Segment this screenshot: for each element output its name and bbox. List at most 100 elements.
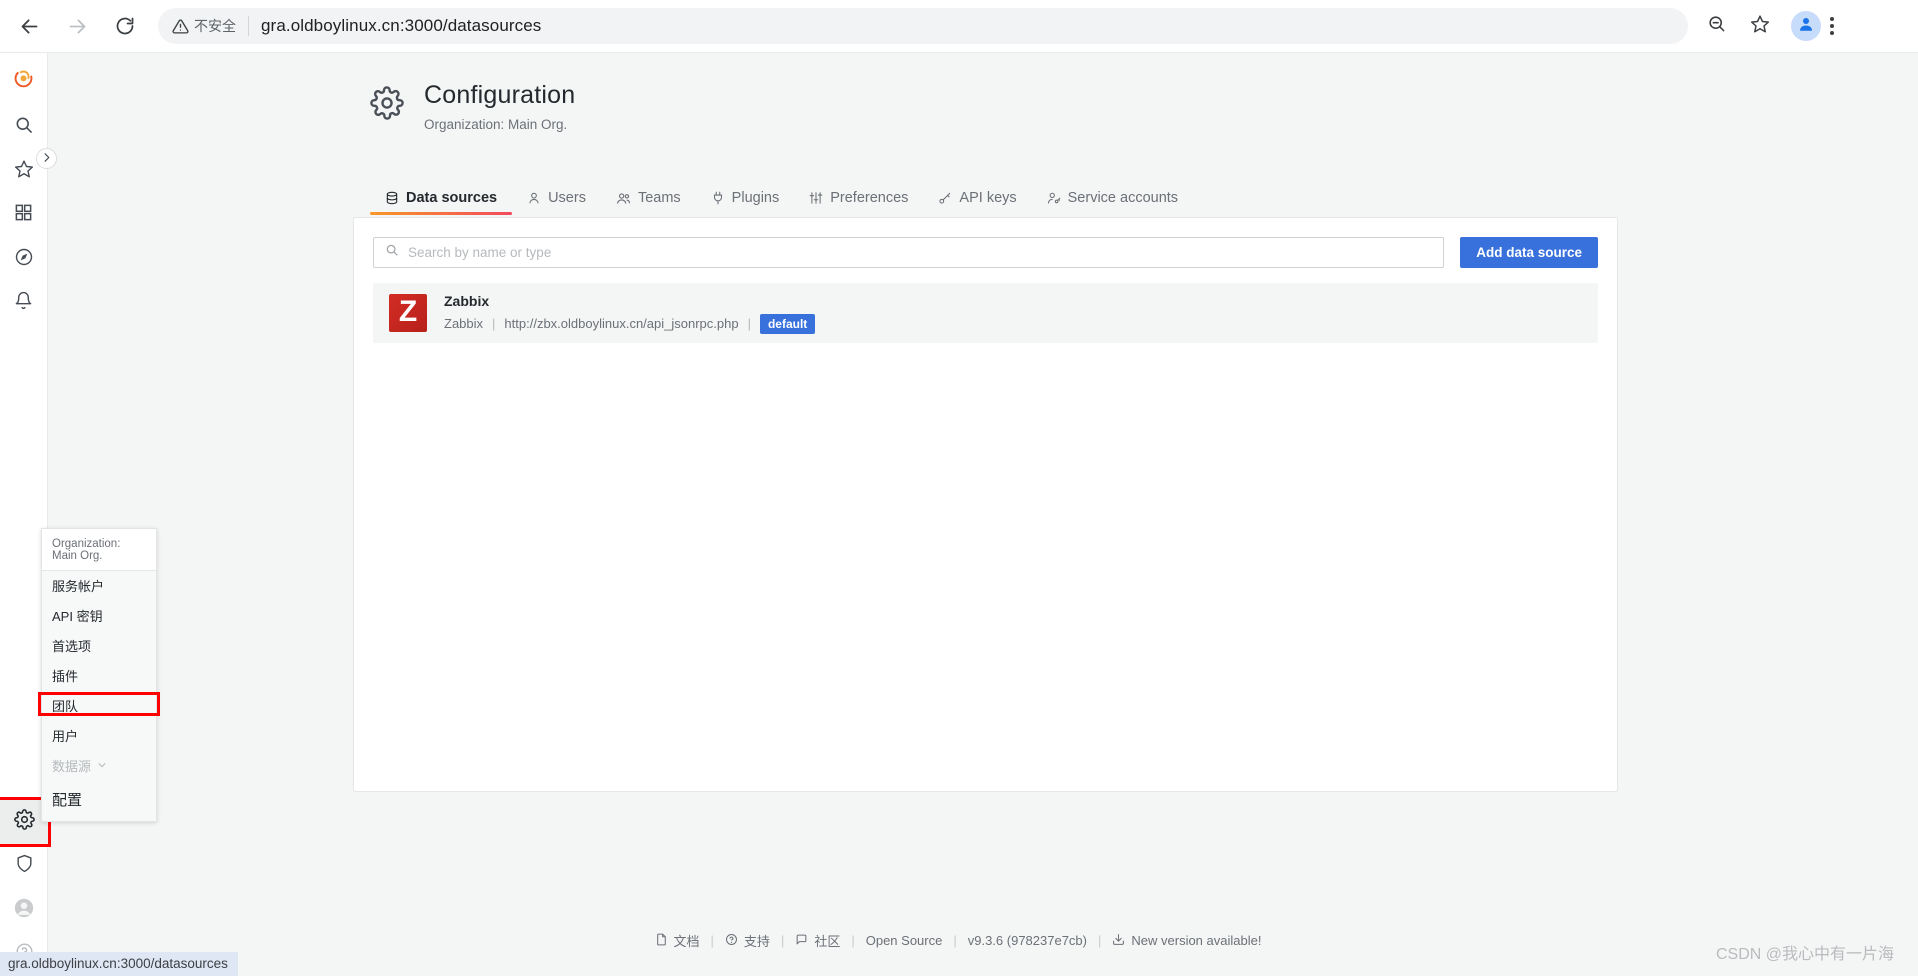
- footer-version[interactable]: v9.3.6 (978237e7cb): [968, 933, 1087, 948]
- security-label: 不安全: [194, 18, 236, 34]
- datasource-info: Zabbix Zabbix | http://zbx.oldboylinux.c…: [444, 292, 816, 334]
- datasource-url: http://zbx.oldboylinux.cn/api_jsonrpc.ph…: [504, 316, 739, 331]
- status-badge: default: [759, 313, 816, 334]
- reload-button[interactable]: [106, 7, 144, 45]
- footer-label: 支持: [743, 934, 770, 949]
- footer-new-version[interactable]: New version available!: [1112, 933, 1261, 949]
- sidebar-item-grafana-logo[interactable]: [0, 61, 48, 105]
- footer-link-open-source[interactable]: Open Source: [866, 933, 943, 948]
- datasources-panel: Add data source Z Zabbix Zabbix | http:/…: [353, 217, 1618, 792]
- warning-triangle-icon: [172, 18, 189, 35]
- back-arrow-icon: [19, 16, 40, 37]
- profile-avatar-icon: [1797, 15, 1815, 38]
- page-header-text: Configuration Organization: Main Org.: [424, 81, 575, 132]
- tab-users[interactable]: Users: [512, 190, 601, 215]
- address-bar[interactable]: 不安全 gra.oldboylinux.cn:3000/datasources: [158, 8, 1688, 44]
- search-input[interactable]: [408, 245, 1433, 260]
- sidebar-item-explore[interactable]: [0, 237, 48, 281]
- footer-label: 文档: [673, 934, 700, 949]
- sidebar-item-user-profile[interactable]: [0, 888, 48, 932]
- plug-icon: [711, 191, 725, 205]
- tab-api-keys[interactable]: API keys: [923, 190, 1031, 215]
- grafana-logo-icon: [12, 69, 35, 97]
- bookmark-button[interactable]: [1743, 9, 1777, 43]
- footer-separator: |: [953, 933, 957, 948]
- zoom-out-button[interactable]: [1699, 9, 1733, 43]
- browser-menu-button[interactable]: [1830, 17, 1834, 35]
- context-menu-item-users[interactable]: 用户: [42, 721, 156, 751]
- page-header: Configuration Organization: Main Org.: [370, 81, 575, 132]
- context-menu-header: Organization: Main Org.: [42, 529, 156, 571]
- sidebar-item-search[interactable]: [0, 105, 48, 149]
- context-menu-item-service-accounts[interactable]: 服务帐户: [42, 571, 156, 601]
- forward-button[interactable]: [58, 7, 96, 45]
- datasource-list-item[interactable]: Z Zabbix Zabbix | http://zbx.oldboylinux…: [373, 283, 1598, 343]
- user-key-icon: [1047, 191, 1061, 205]
- menu-item-label: 数据源: [52, 759, 92, 774]
- menu-item-label: 用户: [52, 729, 79, 744]
- database-icon: [385, 191, 399, 205]
- footer-link-docs[interactable]: 文档: [655, 931, 700, 950]
- grafana-sidebar: [0, 53, 51, 976]
- reload-icon: [115, 16, 135, 36]
- context-menu-item-teams[interactable]: 团队: [42, 691, 156, 721]
- tab-teams[interactable]: Teams: [601, 190, 696, 215]
- footer-link-community[interactable]: 社区: [795, 931, 840, 950]
- context-menu-item-preferences[interactable]: 首选项: [42, 631, 156, 661]
- tab-data-sources[interactable]: Data sources: [370, 190, 513, 215]
- sidebar-bottom-group: [0, 797, 51, 976]
- users-icon: [616, 191, 631, 206]
- search-datasources-box[interactable]: [373, 237, 1445, 268]
- compass-icon: [14, 247, 34, 272]
- tab-service-accounts[interactable]: Service accounts: [1032, 190, 1193, 215]
- datasource-name: Zabbix: [444, 292, 490, 309]
- datasource-type: Zabbix: [444, 316, 484, 331]
- tab-preferences[interactable]: Preferences: [794, 190, 923, 215]
- menu-item-label: API 密钥: [52, 609, 103, 624]
- context-menu-item-api-keys[interactable]: API 密钥: [42, 601, 156, 631]
- menu-item-label: 首选项: [52, 639, 92, 654]
- chevron-right-icon: [41, 150, 52, 168]
- sidebar-item-alerting[interactable]: [0, 281, 48, 325]
- grafana-page: Configuration Organization: Main Org. Da…: [48, 53, 1918, 976]
- shield-icon: [15, 854, 34, 878]
- tab-label: Preferences: [830, 190, 909, 206]
- config-tab-bar: Data sources Users Teams Plugins Prefere…: [370, 181, 1193, 215]
- search-icon: [385, 243, 399, 262]
- user-icon: [527, 191, 541, 205]
- meta-separator: |: [747, 316, 751, 331]
- page-title: Configuration: [424, 81, 576, 109]
- context-menu-item-plugins[interactable]: 插件: [42, 661, 156, 691]
- sidebar-item-server-admin[interactable]: [0, 844, 48, 888]
- sliders-icon: [809, 191, 823, 205]
- sidebar-expand-button[interactable]: [36, 148, 57, 169]
- grafana-footer: 文档 | 支持 | 社区 | Open Source | v9.3.6 (978…: [48, 931, 1868, 950]
- menu-item-label: 配置: [52, 792, 83, 809]
- kebab-menu-icon: [1830, 17, 1834, 21]
- tab-label: Service accounts: [1067, 190, 1179, 206]
- translated-context-menu: Organization: Main Org. 服务帐户 API 密钥 首选项 …: [41, 528, 157, 822]
- tab-label: Data sources: [406, 190, 498, 206]
- download-icon: [1112, 933, 1125, 949]
- watermark: CSDN @我心中有一片海: [1715, 946, 1894, 963]
- footer-separator: |: [780, 933, 785, 948]
- sidebar-item-dashboards[interactable]: [0, 193, 48, 237]
- context-menu-item-configuration[interactable]: 配置: [42, 781, 156, 819]
- footer-label: 社区: [814, 934, 841, 949]
- add-data-source-button[interactable]: Add data source: [1460, 237, 1598, 268]
- footer-link-support[interactable]: 支持: [725, 931, 770, 950]
- user-avatar-icon: [13, 897, 35, 924]
- footer-separator: |: [851, 933, 855, 948]
- profile-button[interactable]: [1791, 11, 1821, 41]
- tab-plugins[interactable]: Plugins: [696, 190, 795, 215]
- security-chip[interactable]: 不安全: [172, 16, 236, 36]
- footer-separator: |: [1098, 933, 1102, 948]
- browser-toolbar: 不安全 gra.oldboylinux.cn:3000/datasources: [0, 0, 1918, 53]
- doc-icon: [655, 933, 668, 949]
- star-icon: [14, 159, 34, 184]
- grafana-app: Configuration Organization: Main Org. Da…: [0, 53, 1918, 976]
- back-button[interactable]: [10, 7, 48, 45]
- bell-icon: [14, 291, 33, 315]
- panel-toolbar: Add data source: [373, 237, 1598, 268]
- context-menu-item-data-sources[interactable]: 数据源: [42, 751, 156, 781]
